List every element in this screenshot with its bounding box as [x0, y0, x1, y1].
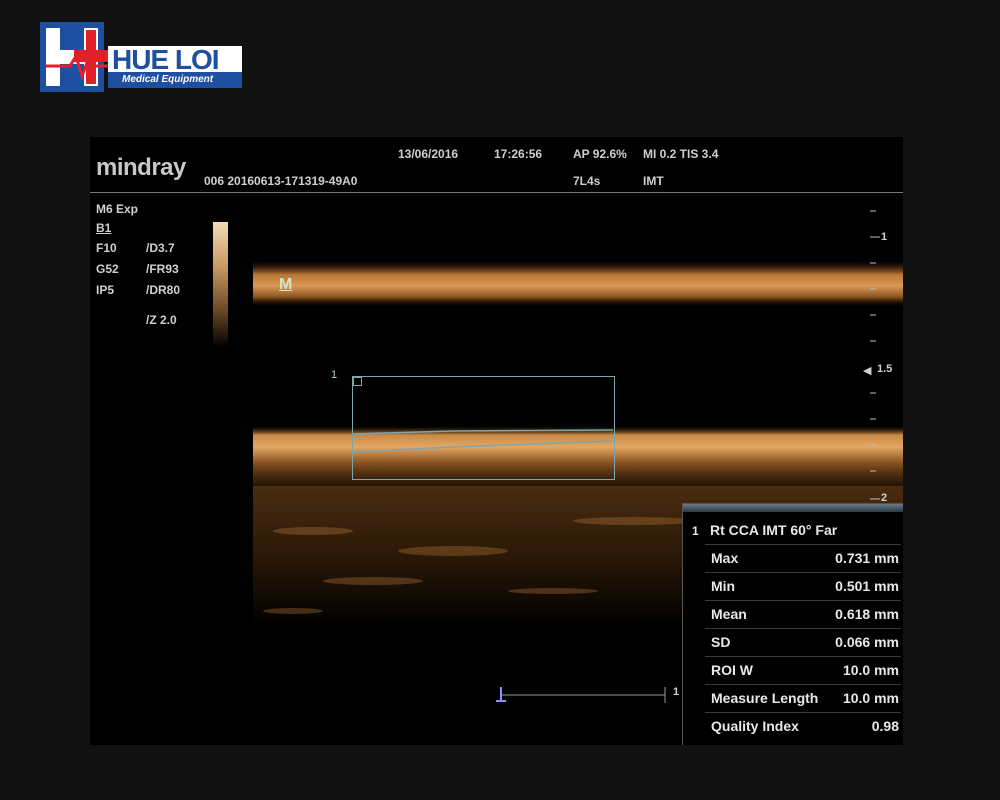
- gray-map-bar: [213, 222, 228, 347]
- result-label: Measure Length: [711, 690, 819, 706]
- result-value: 0.98: [871, 718, 899, 734]
- results-title-bar: [683, 504, 903, 512]
- result-value: 0.731 mm: [835, 550, 899, 566]
- probe-name: 7L4s: [573, 174, 601, 188]
- depth-label-1-5: 1.5: [877, 363, 893, 375]
- zoom-param: /Z 2.0: [146, 313, 177, 327]
- gain-param: G52: [96, 262, 119, 276]
- patient-id: 006 20160613-171319-49A0: [204, 174, 358, 188]
- acoustic-power: AP 92.6%: [573, 147, 627, 161]
- result-row-min: Min 0.501 mm: [705, 572, 901, 600]
- preset-label: M6 Exp: [96, 202, 139, 216]
- header-divider: [90, 192, 903, 193]
- imt-roi-box[interactable]: [352, 376, 615, 480]
- measurement-index: 1: [692, 524, 699, 538]
- measurement-title-row: 1 Rt CCA IMT 60° Far: [683, 520, 903, 544]
- focus-marker-icon: ◀: [863, 365, 872, 377]
- measurement-results-panel: 1 Rt CCA IMT 60° Far Max 0.731 mm Min 0.…: [682, 503, 903, 745]
- result-label: Quality Index: [711, 718, 799, 734]
- result-label: Max: [711, 550, 739, 566]
- exam-date: 13/06/2016: [398, 147, 459, 161]
- logo-tagline: Medical Equipment: [122, 74, 214, 85]
- result-row-max: Max 0.731 mm: [705, 544, 901, 572]
- safety-indices: MI 0.2 TIS 3.4: [643, 147, 719, 161]
- frame-rate-param: /FR93: [146, 262, 179, 276]
- ultrasound-screen: mindray 006 20160613-171319-49A0 13/06/2…: [90, 137, 903, 745]
- result-row-sd: SD 0.066 mm: [705, 628, 901, 656]
- image-process-param: IP5: [96, 283, 115, 297]
- depth-label-1: 1: [881, 231, 888, 243]
- result-row-roi-width: ROI W 10.0 mm: [705, 656, 901, 684]
- logo-brand-text: HUE LOI: [112, 44, 220, 75]
- dynamic-range-param: /DR80: [146, 283, 181, 297]
- horizontal-scale-bar: [496, 687, 666, 703]
- result-value: 10.0 mm: [842, 690, 899, 706]
- mode-label: B1: [96, 221, 112, 235]
- result-label: ROI W: [711, 662, 753, 678]
- roi-corner-handle[interactable]: [353, 377, 362, 386]
- result-label: Mean: [711, 606, 747, 622]
- result-label: SD: [711, 634, 731, 650]
- result-value: 10.0 mm: [842, 662, 899, 678]
- result-value: 0.618 mm: [835, 606, 899, 622]
- result-label: Min: [711, 578, 736, 594]
- measurement-title: Rt CCA IMT 60° Far: [710, 522, 838, 538]
- hueloi-logo: HUE LOI Medical Equipment: [40, 22, 244, 92]
- scale-bar-label: 1: [673, 686, 680, 698]
- result-value: 0.501 mm: [835, 578, 899, 594]
- result-row-measure-length: Measure Length 10.0 mm: [705, 684, 901, 712]
- manufacturer-logo: mindray: [96, 154, 186, 181]
- result-row-mean: Mean 0.618 mm: [705, 600, 901, 628]
- frequency-param: F10: [96, 241, 117, 255]
- exam-mode: IMT: [643, 174, 664, 188]
- result-value: 0.066 mm: [835, 634, 899, 650]
- body-mark: M: [279, 276, 293, 293]
- depth-ruler: [870, 210, 880, 500]
- depth-param: /D3.7: [146, 241, 175, 255]
- roi-number: 1: [331, 369, 338, 381]
- result-row-quality-index: Quality Index 0.98: [705, 712, 901, 740]
- exam-time: 17:26:56: [494, 147, 543, 161]
